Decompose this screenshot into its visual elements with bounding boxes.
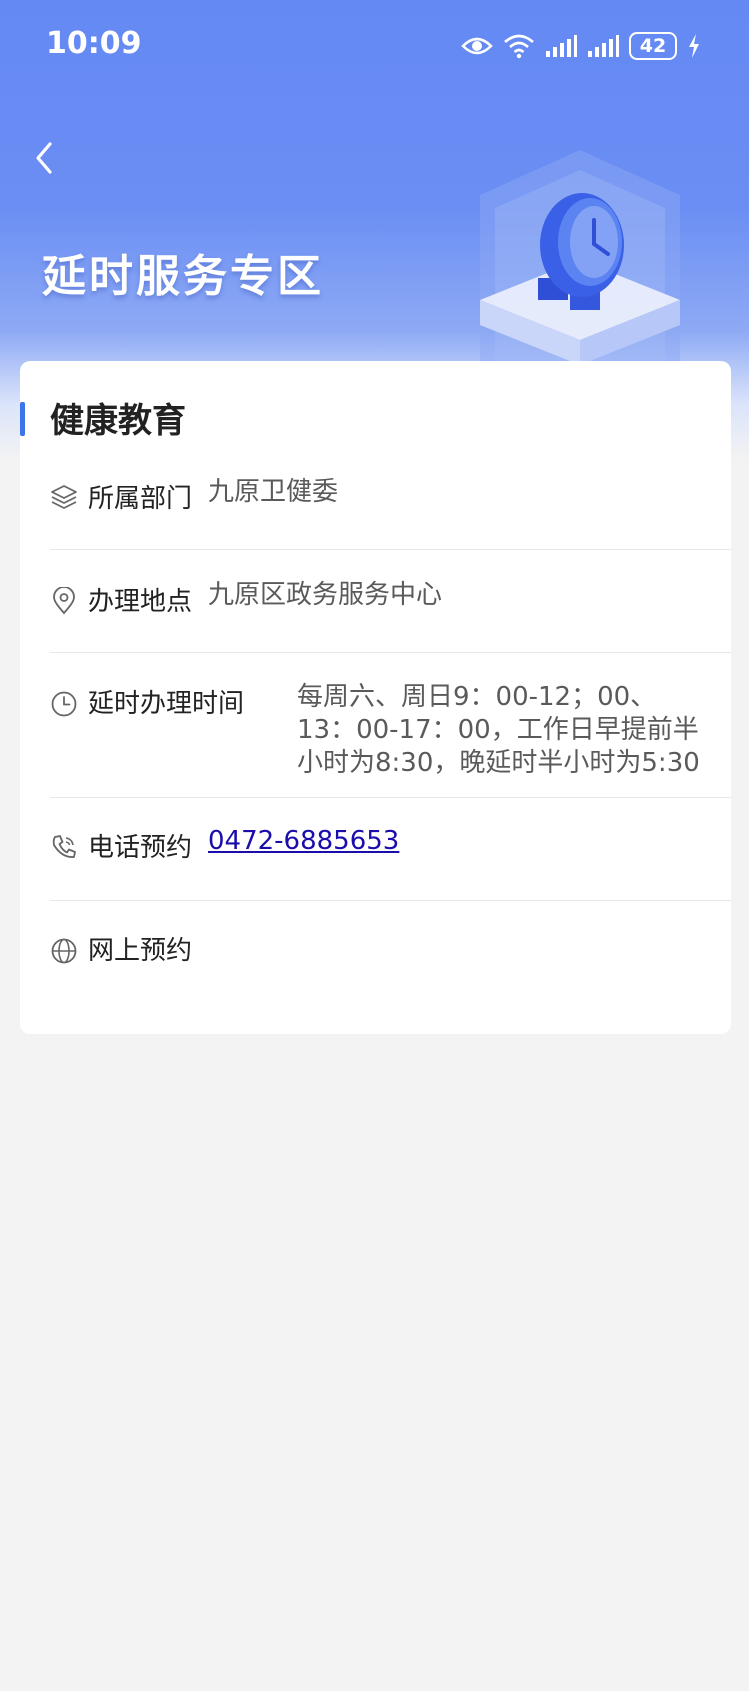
signal-icon-2	[588, 35, 619, 57]
eye-icon	[461, 37, 493, 55]
location-label: 办理地点	[88, 587, 193, 617]
hours-line: 小时为8:30，晚延时半小时为5:30	[297, 748, 700, 778]
phone-number-link[interactable]: 0472-6885653	[208, 825, 399, 858]
battery-indicator: 42	[629, 32, 677, 60]
phone-label: 电话预约	[88, 833, 193, 863]
section-accent-bar	[20, 402, 25, 436]
layers-icon	[51, 485, 77, 509]
hours-label: 延时办理时间	[88, 689, 245, 719]
clock-icon	[51, 691, 77, 717]
department-label: 所属部门	[88, 484, 193, 514]
wifi-icon	[504, 34, 534, 59]
status-bar: 10:09 42	[0, 0, 749, 95]
page-title: 延时服务专区	[42, 251, 324, 302]
hours-line: 13：00-17：00，工作日早提前半	[297, 715, 699, 745]
divider	[50, 652, 731, 653]
phone-row: 电话预约 0472-6885653	[50, 815, 731, 875]
globe-icon	[51, 938, 77, 964]
department-row: 所属部门 九原卫健委	[50, 466, 731, 526]
hours-value: 每周六、周日9：00-12；00、 13：00-17：00，工作日早提前半 小时…	[297, 681, 737, 780]
location-pin-icon	[53, 587, 75, 615]
department-value: 九原卫健委	[208, 477, 339, 507]
status-time: 10:09	[46, 26, 142, 61]
service-card: 健康教育 所属部门 九原卫健委 办理地点 九原区政务服务中心 延时办理时间 每周…	[20, 361, 731, 1034]
online-booking-label: 网上预约	[88, 936, 193, 966]
clock-illustration	[480, 150, 680, 370]
hours-line: 每周六、周日9：00-12；00、	[297, 682, 657, 712]
hours-row: 延时办理时间 每周六、周日9：00-12；00、 13：00-17：00，工作日…	[50, 671, 731, 781]
divider	[50, 900, 731, 901]
divider	[50, 797, 731, 798]
divider	[50, 549, 731, 550]
phone-icon	[52, 835, 76, 858]
status-icons: 42	[461, 30, 701, 62]
online-booking-row[interactable]: 网上预约	[50, 918, 731, 978]
signal-icon-1	[546, 35, 577, 57]
charging-icon	[689, 34, 699, 58]
location-row: 办理地点 九原区政务服务中心	[50, 569, 731, 629]
back-button[interactable]	[30, 138, 62, 178]
section-title: 健康教育	[50, 401, 186, 441]
location-value: 九原区政务服务中心	[208, 580, 443, 610]
